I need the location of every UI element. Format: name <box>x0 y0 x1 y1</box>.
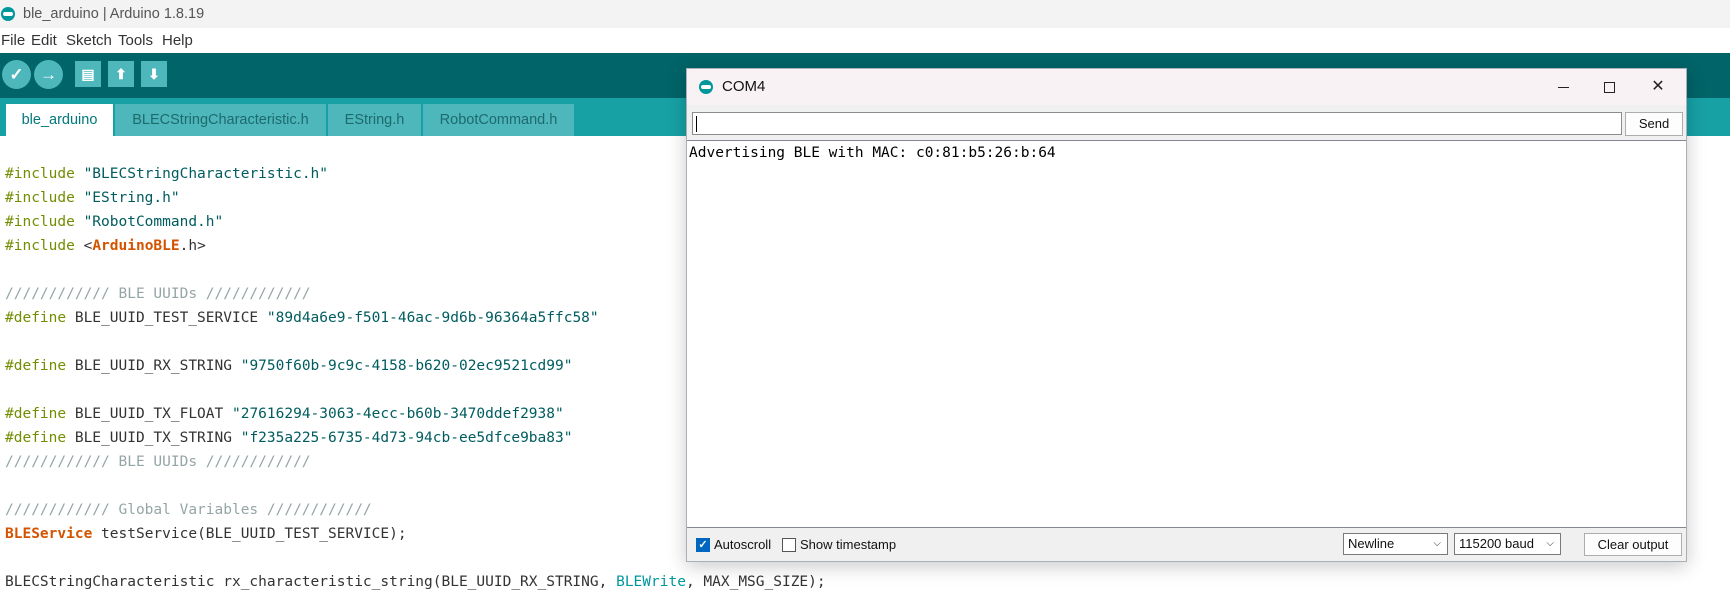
chevron-down-icon: ⌵ <box>1546 538 1554 549</box>
clear-output-button[interactable]: Clear output <box>1584 533 1682 556</box>
code-comment: //////////// Global Variables //////////… <box>5 502 372 518</box>
arrow-down-icon: ⬇ <box>148 66 160 82</box>
arduino-logo-icon <box>699 80 713 94</box>
serial-monitor-titlebar[interactable]: COM4 ✕ <box>687 69 1686 105</box>
menu-sketch[interactable]: Sketch <box>66 32 112 49</box>
code-line: #define BLE_UUID_TX_FLOAT "27616294-3063… <box>5 406 564 422</box>
save-button[interactable]: ⬇ <box>141 61 167 87</box>
show-timestamp-checkbox[interactable] <box>782 538 796 552</box>
code-line: #include <ArduinoBLE.h> <box>5 238 206 254</box>
new-sketch-button[interactable]: ▤ <box>75 61 101 87</box>
code-line: #define BLE_UUID_RX_STRING "9750f60b-9c9… <box>5 358 573 374</box>
arduino-logo-icon <box>1 7 15 21</box>
tab-ble-arduino[interactable]: ble_arduino <box>6 104 113 136</box>
menu-tools[interactable]: Tools <box>118 32 153 49</box>
verify-button[interactable]: ✓ <box>2 60 31 89</box>
tab-robotcommand[interactable]: RobotCommand.h <box>423 104 574 136</box>
code-line: #include "RobotCommand.h" <box>5 214 224 230</box>
code-line: #include "EString.h" <box>5 190 180 206</box>
menu-bar: File Edit Sketch Tools Help <box>0 28 1730 54</box>
close-icon[interactable]: ✕ <box>1632 69 1684 105</box>
baud-rate-value: 115200 baud <box>1459 536 1534 551</box>
code-line: #define BLE_UUID_TEST_SERVICE "89d4a6e9-… <box>5 310 599 326</box>
arrow-right-icon: → <box>40 65 57 84</box>
upload-button[interactable]: → <box>34 60 63 89</box>
show-timestamp-label: Show timestamp <box>800 537 897 552</box>
tab-blecstringcharacteristic[interactable]: BLECStringCharacteristic.h <box>115 104 326 136</box>
menu-help[interactable]: Help <box>162 32 193 49</box>
serial-send-input[interactable] <box>692 112 1622 135</box>
ide-titlebar: ble_arduino | Arduino 1.8.19 <box>0 0 1730 28</box>
document-icon: ▤ <box>81 66 95 82</box>
code-line: #include "BLECStringCharacteristic.h" <box>5 166 329 182</box>
baud-rate-select[interactable]: 115200 baud ⌵ <box>1454 533 1561 555</box>
serial-monitor-title: COM4 <box>722 78 766 95</box>
menu-file[interactable]: File <box>1 32 25 49</box>
serial-output-area[interactable]: Advertising BLE with MAC: c0:81:b5:26:b:… <box>687 140 1686 528</box>
tab-estring[interactable]: EString.h <box>328 104 421 136</box>
window-title: ble_arduino | Arduino 1.8.19 <box>23 6 205 22</box>
autoscroll-checkbox[interactable]: ✓ <box>696 538 710 552</box>
open-button[interactable]: ⬆ <box>108 61 134 87</box>
send-button[interactable]: Send <box>1625 112 1683 136</box>
code-comment: //////////// BLE UUIDs //////////// <box>5 286 311 302</box>
code-line: BLEService testService(BLE_UUID_TEST_SER… <box>5 526 407 542</box>
arrow-up-icon: ⬆ <box>115 66 127 82</box>
serial-monitor-window: COM4 ✕ Send Advertising BLE with MAC: c0… <box>686 68 1687 562</box>
text-caret <box>696 116 697 132</box>
minimize-icon[interactable] <box>1540 69 1586 105</box>
code-line: #define BLE_UUID_TX_STRING "f235a225-673… <box>5 430 573 446</box>
code-comment: //////////// BLE UUIDs //////////// <box>5 454 311 470</box>
code-line: BLECStringCharacteristic rx_characterist… <box>5 574 826 590</box>
menu-edit[interactable]: Edit <box>31 32 57 49</box>
chevron-down-icon: ⌵ <box>1433 538 1441 549</box>
check-icon: ✓ <box>9 65 24 84</box>
line-ending-select[interactable]: Newline ⌵ <box>1343 533 1448 555</box>
maximize-icon[interactable] <box>1586 69 1632 105</box>
serial-output-text: Advertising BLE with MAC: c0:81:b5:26:b:… <box>689 145 1056 161</box>
autoscroll-label: Autoscroll <box>714 537 772 552</box>
line-ending-value: Newline <box>1348 536 1395 551</box>
